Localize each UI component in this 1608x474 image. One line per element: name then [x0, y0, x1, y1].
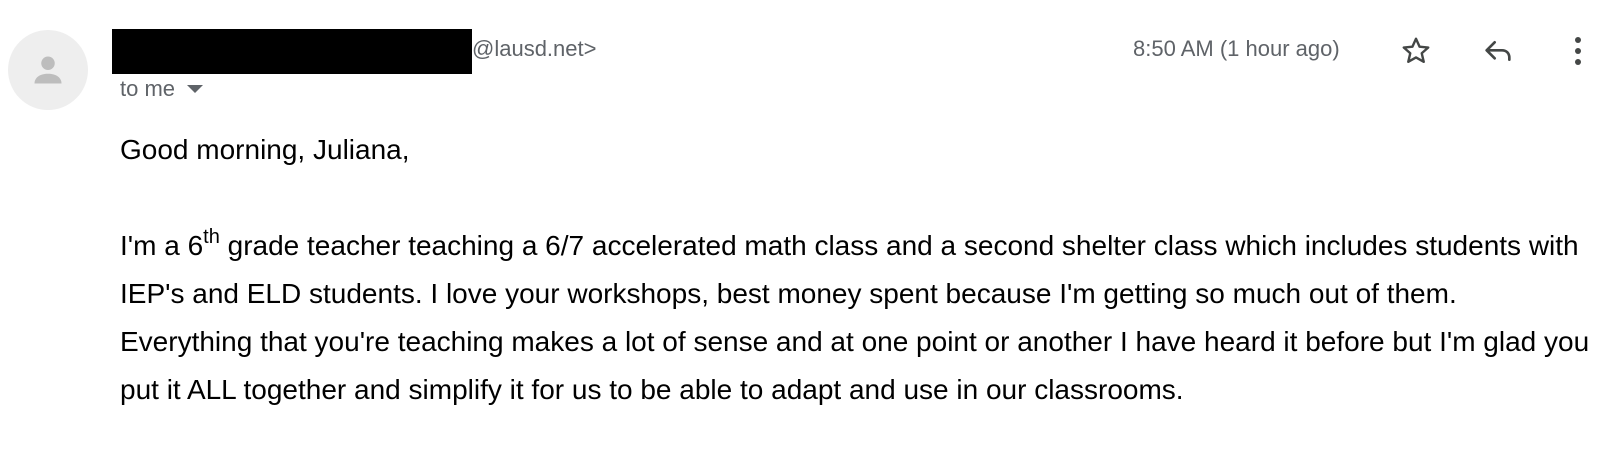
email-message: @lausd.net> to me 8:50 AM (1 hour ago) G… — [0, 0, 1608, 474]
ordinal-superscript: th — [203, 226, 220, 248]
message-timestamp: 8:50 AM (1 hour ago) — [1133, 36, 1340, 61]
message-greeting: Good morning, Juliana, — [120, 134, 410, 165]
redacted-sender-name — [112, 29, 472, 74]
message-body: Good morning, Juliana, I'm a 6th grade t… — [120, 126, 1590, 414]
more-options-button[interactable] — [1558, 29, 1598, 73]
recipient-label: to me — [120, 76, 176, 101]
more-vertical-icon — [1575, 37, 1581, 65]
reply-button[interactable] — [1476, 29, 1520, 73]
sender-avatar[interactable] — [8, 30, 88, 110]
paragraph-text-start: I'm a 6 — [120, 230, 204, 261]
star-icon — [1402, 37, 1430, 63]
message-paragraph: I'm a 6th grade teacher teaching a 6/7 a… — [120, 222, 1590, 414]
paragraph-text-rest: grade teacher teaching a 6/7 accelerated… — [120, 230, 1590, 405]
dropdown-caret-icon — [187, 85, 204, 93]
recipient-details-toggle[interactable]: to me — [120, 76, 204, 102]
person-icon — [34, 56, 62, 84]
sender-email-domain: @lausd.net> — [472, 36, 597, 61]
reply-icon — [1485, 41, 1511, 61]
star-button[interactable] — [1394, 29, 1438, 73]
